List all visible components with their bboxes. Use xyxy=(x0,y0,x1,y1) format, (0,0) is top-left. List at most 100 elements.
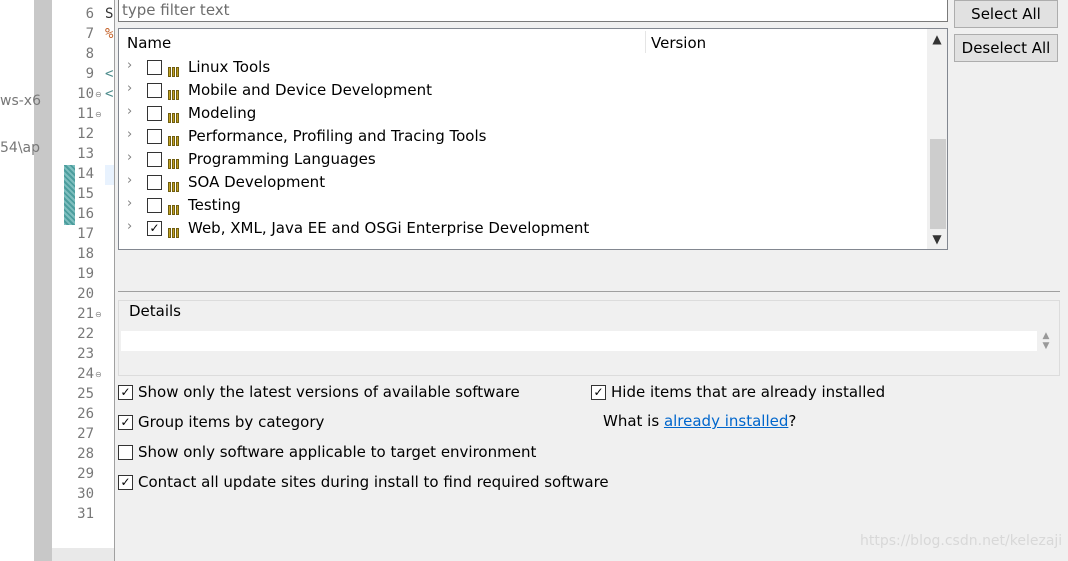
package-icon xyxy=(168,154,182,169)
column-version[interactable]: Version xyxy=(651,34,706,52)
tree-row[interactable]: › ✓ Web, XML, Java EE and OSGi Enterprise … xyxy=(119,217,927,240)
deselect-all-button[interactable]: Deselect All xyxy=(954,34,1058,62)
chevron-right-icon[interactable]: › xyxy=(127,150,132,165)
already-installed-prefix: What is xyxy=(603,412,664,430)
tree-scrollbar[interactable]: ▲ ▼ xyxy=(927,29,947,249)
line-number: 15 xyxy=(77,186,94,202)
code-fragment: < xyxy=(105,66,114,82)
background-panel xyxy=(0,0,36,561)
line-number: 31 xyxy=(77,506,94,522)
line-number: 11 xyxy=(77,106,94,122)
checkbox[interactable] xyxy=(147,83,162,98)
package-icon xyxy=(168,200,182,215)
line-number: 28 xyxy=(77,446,94,462)
line-number: 6 xyxy=(85,6,94,22)
tree-row-label: Modeling xyxy=(188,104,257,122)
chevron-right-icon[interactable]: › xyxy=(127,58,132,73)
package-icon xyxy=(168,223,182,238)
checkbox[interactable]: ✓ xyxy=(118,415,133,430)
tree-row[interactable]: › Linux Tools xyxy=(119,56,927,79)
checkbox[interactable] xyxy=(118,445,133,460)
option-label: Show only the latest versions of availab… xyxy=(138,383,520,401)
line-number: 19 xyxy=(77,266,94,282)
line-number: 8 xyxy=(85,46,94,62)
checkbox[interactable] xyxy=(147,175,162,190)
fold-icon[interactable]: ⊖ xyxy=(95,90,102,99)
checkbox[interactable] xyxy=(147,129,162,144)
scroll-down-icon[interactable]: ▼ xyxy=(927,229,947,249)
line-number: 10 xyxy=(77,86,94,102)
option-label: Contact all update sites during install … xyxy=(138,473,609,491)
line-number: 24 xyxy=(77,366,94,382)
select-all-button[interactable]: Select All xyxy=(954,0,1058,28)
tree-row-label: Programming Languages xyxy=(188,150,376,168)
package-icon xyxy=(168,108,182,123)
line-number: 17 xyxy=(77,226,94,242)
tree-row[interactable]: › Modeling xyxy=(119,102,927,125)
chevron-right-icon[interactable]: › xyxy=(127,173,132,188)
code-fragment: % xyxy=(105,26,114,42)
scroll-thumb[interactable] xyxy=(930,139,946,229)
line-number: 29 xyxy=(77,466,94,482)
fold-icon[interactable]: ⊖ xyxy=(95,110,102,119)
software-tree[interactable]: Name Version › Linux Tools › Mobile and Dev… xyxy=(118,28,948,250)
already-installed-link[interactable]: already installed xyxy=(664,412,788,430)
checkbox[interactable]: ✓ xyxy=(118,385,133,400)
divider xyxy=(118,291,1060,292)
line-number: 23 xyxy=(77,346,94,362)
filter-input[interactable]: type filter text xyxy=(118,0,948,22)
tree-header: Name Version xyxy=(119,29,927,55)
option-label: Hide items that are already installed xyxy=(611,383,886,401)
chevron-right-icon[interactable]: › xyxy=(127,219,132,234)
line-number: 7 xyxy=(85,26,94,42)
column-separator[interactable] xyxy=(645,31,646,53)
scroll-up-icon[interactable]: ▲ xyxy=(927,29,947,49)
details-scroll-icon[interactable]: ▲ ▼ xyxy=(1040,331,1052,353)
tree-row[interactable]: › Performance, Profiling and Tracing Tool… xyxy=(119,125,927,148)
chevron-right-icon[interactable]: › xyxy=(127,81,132,96)
package-icon xyxy=(168,62,182,77)
chevron-right-icon[interactable]: › xyxy=(127,196,132,211)
line-number: 22 xyxy=(77,326,94,342)
tree-row[interactable]: › Programming Languages xyxy=(119,148,927,171)
checkbox[interactable] xyxy=(147,198,162,213)
tree-row-label: Testing xyxy=(188,196,241,214)
watermark: https://blog.csdn.net/kelezaji xyxy=(860,533,1063,549)
fold-icon[interactable]: ⊖ xyxy=(95,310,102,319)
checkbox[interactable]: ✓ xyxy=(147,221,162,236)
background-text: ws-x6 xyxy=(0,93,41,109)
package-icon xyxy=(168,177,182,192)
tree-row-label: Performance, Profiling and Tracing Tools xyxy=(188,127,487,145)
line-number: 9 xyxy=(85,66,94,82)
background-text: 54\ap xyxy=(0,140,40,156)
details-text xyxy=(121,331,1037,351)
checkbox[interactable] xyxy=(147,152,162,167)
already-installed-text: What is already installed? xyxy=(603,412,796,430)
line-number: 14 xyxy=(77,166,94,182)
line-number: 21 xyxy=(77,306,94,322)
tree-row-label: SOA Development xyxy=(188,173,326,191)
line-number: 20 xyxy=(77,286,94,302)
chevron-right-icon[interactable]: › xyxy=(127,127,132,142)
package-icon xyxy=(168,85,182,100)
line-number: 16 xyxy=(77,206,94,222)
column-name[interactable]: Name xyxy=(127,34,171,52)
tree-row-label: Linux Tools xyxy=(188,58,271,76)
line-number: 13 xyxy=(77,146,94,162)
tree-row[interactable]: › Mobile and Device Development xyxy=(119,79,927,102)
tree-row[interactable]: › Testing xyxy=(119,194,927,217)
chevron-right-icon[interactable]: › xyxy=(127,104,132,119)
option-label: Group items by category xyxy=(138,413,325,431)
checkbox[interactable]: ✓ xyxy=(118,475,133,490)
checkbox[interactable] xyxy=(147,106,162,121)
details-label: Details xyxy=(127,302,184,320)
fold-icon[interactable]: ⊖ xyxy=(95,370,102,379)
line-number: 18 xyxy=(77,246,94,262)
code-fragment: S xyxy=(105,6,114,22)
background-gutter xyxy=(34,0,52,561)
checkbox[interactable]: ✓ xyxy=(591,385,606,400)
tree-row[interactable]: › SOA Development xyxy=(119,171,927,194)
line-number: 26 xyxy=(77,406,94,422)
line-number: 12 xyxy=(77,126,94,142)
checkbox[interactable] xyxy=(147,60,162,75)
